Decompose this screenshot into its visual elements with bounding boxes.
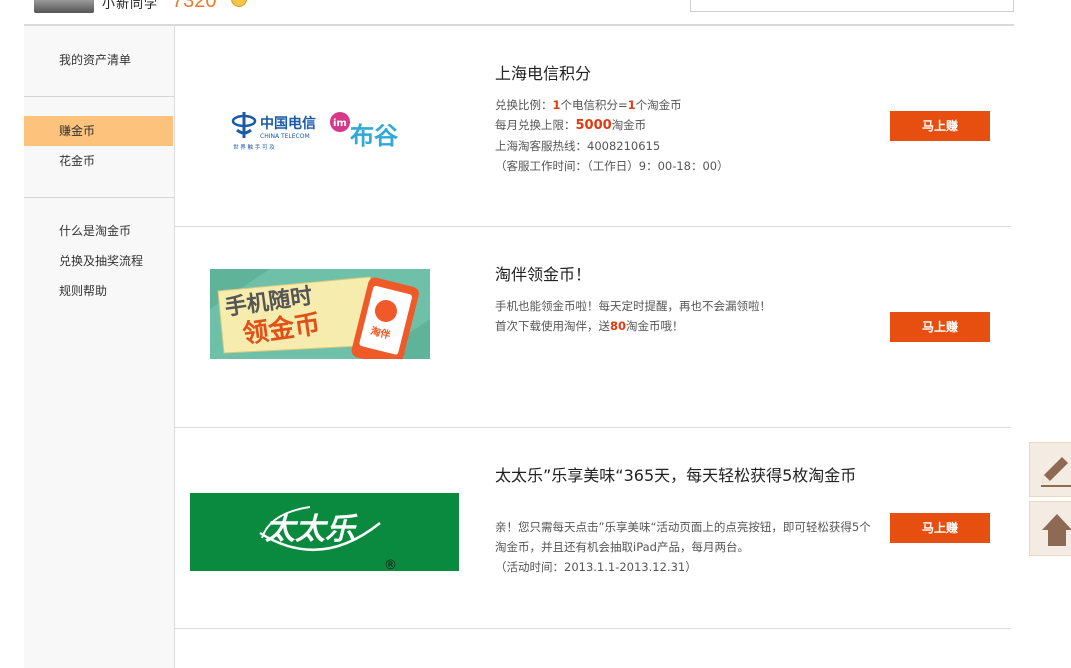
offer-title[interactable]: 淘伴领金币！ [495,264,591,285]
telecom-swirl-icon [231,112,257,138]
sidebar-group-assets: 我的资产清单 [24,45,174,75]
bugu-name: 布谷 [350,122,399,150]
im-badge: im [333,118,347,129]
china-telecom-logo[interactable]: 中国电信 CHINA TELECOM 世 界 触 手 可 及 im 布谷 [230,108,420,152]
service-hours: （客服工作时间：（工作日）9：00-18：00） [495,159,729,173]
earn-now-button[interactable]: 马上赚 [890,312,990,342]
offer-line: 手机也能领金币啦！每天定时提醒，再也不会漏领啦！ [495,299,771,313]
sidebar-item-spend-coins[interactable]: 花金币 [24,146,174,176]
sidebar-item-exchange-process[interactable]: 兑换及抽奖流程 [24,246,174,276]
coin-icon [231,0,247,7]
registered-mark: ® [384,558,397,571]
offer-description: 兑换比例：1个电信积分=1个淘金币 每月兑换上限：5000淘金币 上海淘客服热线… [495,95,880,176]
sidebar-divider [24,96,174,97]
telecom-en-name: CHINA TELECOM [260,133,310,140]
sidebar-group-coins: 赚金币 花金币 [24,116,174,176]
offer-line: 亲！您只需每天点击”乐享美味“活动页面上的点亮按钮，即可轻松获得5个淘金币，并且… [495,520,871,554]
offer-description: 手机也能领金币啦！每天定时提醒，再也不会漏领啦！ 首次下载使用淘伴，送80淘金币… [495,296,880,336]
username: 小新同学 [102,0,159,12]
sidebar-group-help: 什么是淘金币 兑换及抽奖流程 规则帮助 [24,216,174,306]
taoban-banner[interactable]: 手机随时 领金币 淘伴 [210,269,430,367]
offer-title[interactable]: 太太乐”乐享美味“365天，每天轻松获得5枚淘金币 [495,465,885,486]
sidebar-item-what-is-coin[interactable]: 什么是淘金币 [24,216,174,246]
avatar[interactable] [34,0,94,13]
activity-period: （活动时间：2013.1.1-2013.12.31） [495,560,697,574]
feedback-button[interactable] [1029,442,1071,497]
back-to-top-button[interactable] [1029,501,1071,556]
telecom-cn-name: 中国电信 [260,115,316,132]
sidebar: 我的资产清单 赚金币 花金币 什么是淘金币 兑换及抽奖流程 规则帮助 [24,26,175,668]
sidebar-item-earn-coins[interactable]: 赚金币 [24,116,173,146]
search-input[interactable] [690,0,1014,12]
monthly-limit: 每月兑换上限：5000淘金币 [495,118,647,133]
telecom-slogan: 世 界 触 手 可 及 [233,143,275,151]
list-item: 手机随时 领金币 淘伴 淘伴领金币！ 手机也能领金币啦！每天定时提醒，再也不会漏… [175,227,1011,428]
offer-description: 亲！您只需每天点击”乐享美味“活动页面上的点亮按钮，即可轻松获得5个淘金币，并且… [495,517,880,577]
sidebar-item-asset-list[interactable]: 我的资产清单 [24,45,174,75]
earn-now-button[interactable]: 马上赚 [890,111,990,141]
offer-title[interactable]: 上海电信积分 [495,63,591,84]
coin-balance: 7320 [172,0,217,12]
sidebar-item-rules-help[interactable]: 规则帮助 [24,276,174,306]
pencil-icon [1041,457,1071,487]
exchange-ratio: 兑换比例：1个电信积分=1个淘金币 [495,98,682,112]
sidebar-divider [24,197,174,198]
back-to-top-icon [1042,514,1071,546]
earn-now-button[interactable]: 马上赚 [890,513,990,543]
hotline: 上海淘客服热线：4008210615 [495,139,661,153]
top-bar: 小新同学 7320 [0,0,1071,26]
totole-logo[interactable]: 太太乐 ® [190,493,459,573]
brand-name: 太太乐 [265,512,358,547]
list-item: 太太乐 ® 太太乐”乐享美味“365天，每天轻松获得5枚淘金币 亲！您只需每天点… [175,428,1011,629]
offer-line: 首次下载使用淘伴，送80淘金币哦！ [495,319,684,333]
list-item: 中国电信 CHINA TELECOM 世 界 触 手 可 及 im 布谷 上海电… [175,26,1011,227]
